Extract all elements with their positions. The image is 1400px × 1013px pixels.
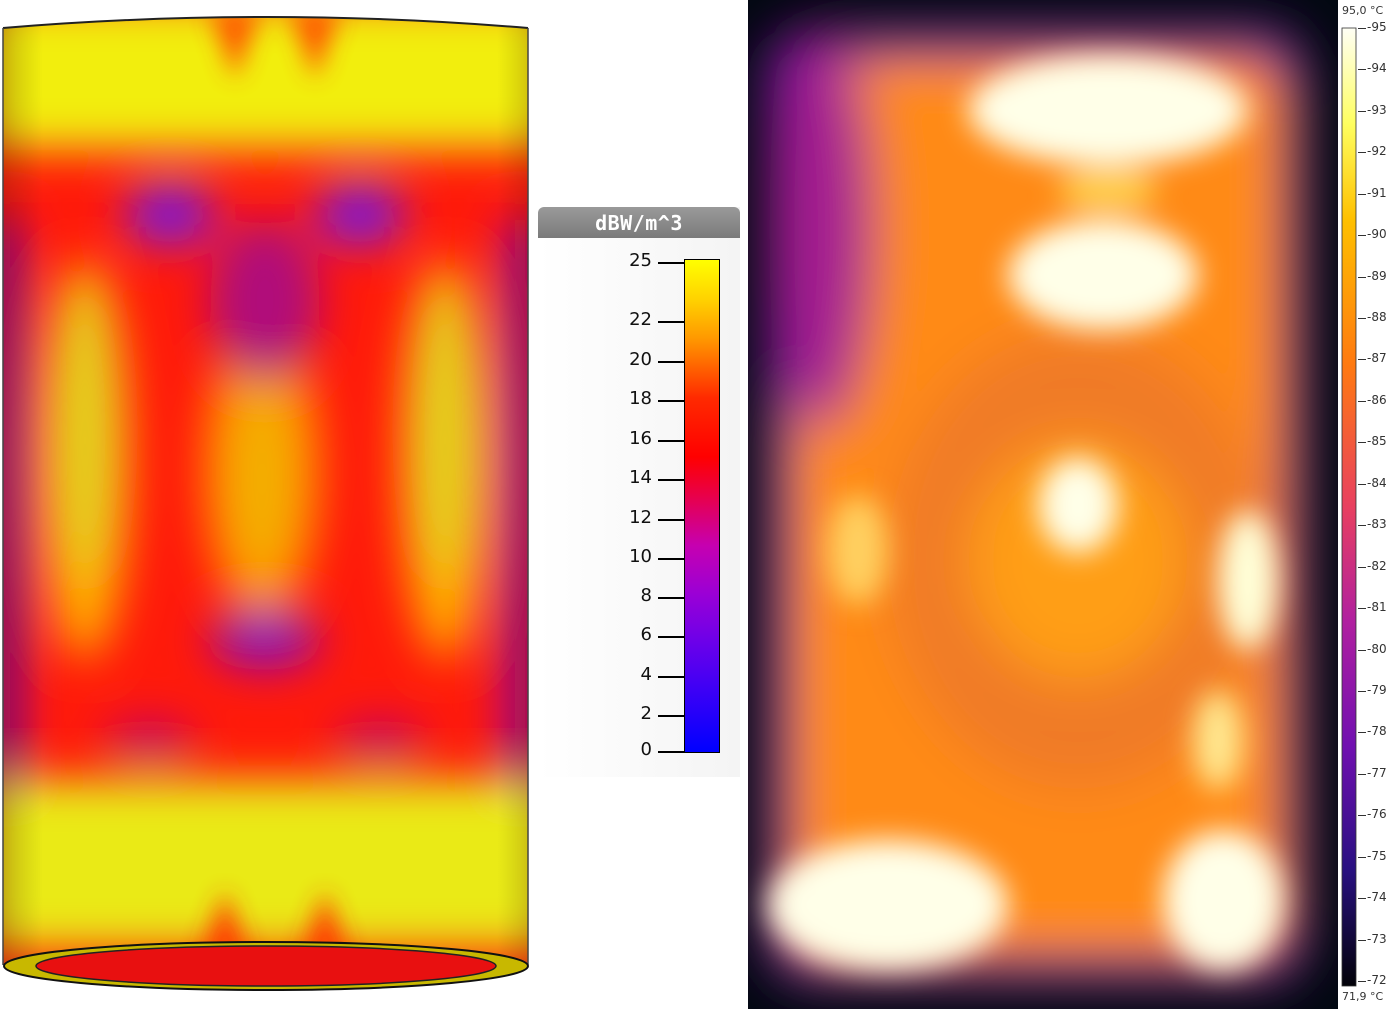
- thermal-tick-mark: [1358, 152, 1366, 154]
- thermal-tick-label: -81: [1367, 600, 1387, 615]
- thermal-scale-min-label: 71,9 °C: [1342, 990, 1384, 1003]
- thermal-tick-mark: [1358, 28, 1366, 29]
- thermal-tick-mark: [1358, 690, 1366, 692]
- legend-unit-title: dBW/m^3: [538, 207, 740, 238]
- legend-tick-label: 6: [640, 624, 652, 645]
- thermal-tick-mark: [1358, 732, 1366, 734]
- thermal-tick-mark: [1358, 235, 1366, 237]
- thermal-tick-label: -89: [1367, 268, 1387, 283]
- legend-tick-label: 25: [629, 250, 652, 271]
- legend-tick-mark: [658, 519, 684, 521]
- thermal-tick-mark: [1358, 442, 1366, 444]
- thermal-tick-mark: [1358, 359, 1366, 361]
- thermal-tick-mark: [1358, 649, 1366, 651]
- legend-tick-label: 18: [629, 388, 652, 409]
- legend-tick-label: 12: [629, 507, 652, 528]
- thermal-tick-mark: [1358, 110, 1366, 112]
- legend-colorbar: [684, 259, 720, 753]
- thermal-tick-mark: [1358, 608, 1366, 610]
- thermal-tick-label: -94: [1367, 61, 1387, 76]
- thermal-tick-mark: [1358, 193, 1366, 195]
- simulation-cylinder-render: [2, 16, 529, 991]
- thermal-tick-label: -75: [1367, 848, 1387, 863]
- legend-tick-mark: [658, 361, 684, 363]
- thermal-tick-label: -88: [1367, 310, 1387, 325]
- legend-tick-mark: [658, 715, 684, 717]
- legend-tick-label: 0: [640, 739, 652, 760]
- thermal-tick-mark: [1358, 773, 1366, 775]
- legend-tick-mark: [658, 440, 684, 442]
- legend-tick-label: 2: [640, 703, 652, 724]
- legend-tick-label: 16: [629, 428, 652, 449]
- thermal-tick-label: -86: [1367, 392, 1387, 407]
- thermal-tick-label: -80: [1367, 641, 1387, 656]
- thermal-tick-label: -92: [1367, 144, 1387, 159]
- thermal-scale: 95,0 °C 71,9 °C -95 -94 -93 -92 -91 -90 -89 -88…: [1338, 0, 1400, 1009]
- legend-tick-label: 8: [640, 585, 652, 606]
- legend-tick-mark: [658, 479, 684, 481]
- legend-tick-label: 10: [629, 546, 652, 567]
- thermal-tick-label: -74: [1367, 890, 1387, 905]
- thermal-tick-label: -91: [1367, 185, 1387, 200]
- legend-tick-mark: [658, 676, 684, 678]
- thermal-tick-mark: [1358, 939, 1366, 941]
- thermal-tick-label: -87: [1367, 351, 1387, 366]
- simulation-cylinder-figure: [0, 0, 540, 1009]
- thermal-tick-mark: [1358, 898, 1366, 900]
- legend-tick-mark: [658, 751, 684, 753]
- thermal-tick-mark: [1358, 525, 1366, 527]
- thermal-tick-mark: [1358, 276, 1366, 278]
- legend-tick-mark: [658, 597, 684, 599]
- legend-tick-label: 22: [629, 309, 652, 330]
- thermal-tick-label: -72: [1367, 973, 1387, 987]
- legend-tick-mark: [658, 636, 684, 638]
- thermal-tick-mark: [1358, 69, 1366, 71]
- legend-tick-mark: [658, 321, 684, 323]
- thermal-tick-label: -76: [1367, 807, 1387, 822]
- thermal-tick-mark: [1358, 318, 1366, 320]
- thermal-tick-label: -93: [1367, 102, 1387, 117]
- thermal-scale-max-label: 95,0 °C: [1342, 4, 1384, 17]
- thermal-tick-mark: [1358, 483, 1366, 485]
- thermal-tick-label: -90: [1367, 227, 1387, 242]
- thermal-tick-mark: [1358, 566, 1366, 568]
- thermal-image: [748, 0, 1338, 1009]
- thermal-tick-label: -85: [1367, 434, 1387, 449]
- thermal-tick-mark: [1358, 856, 1366, 858]
- legend-tick-mark: [658, 400, 684, 402]
- thermal-tick-label: -82: [1367, 558, 1387, 573]
- thermal-tick-label: -78: [1367, 724, 1387, 739]
- thermal-tick-label: -84: [1367, 475, 1387, 490]
- legend-tick-mark: [658, 558, 684, 560]
- thermal-tick-mark: [1358, 981, 1366, 982]
- thermal-tick-label: -95: [1367, 20, 1387, 34]
- legend-tick-mark: [658, 262, 684, 264]
- legend-tick-label: 4: [640, 664, 652, 685]
- legend-tick-label: 20: [629, 349, 652, 370]
- thermal-tick-label: -83: [1367, 517, 1387, 532]
- thermal-tick-label: -77: [1367, 765, 1387, 780]
- thermal-image-render: [748, 0, 1338, 1009]
- thermal-tick-mark: [1358, 400, 1366, 402]
- legend-tick-label: 14: [629, 467, 652, 488]
- thermal-tick-label: -79: [1367, 682, 1387, 697]
- thermal-tick-mark: [1358, 815, 1366, 817]
- thermal-tick-label: -73: [1367, 931, 1387, 946]
